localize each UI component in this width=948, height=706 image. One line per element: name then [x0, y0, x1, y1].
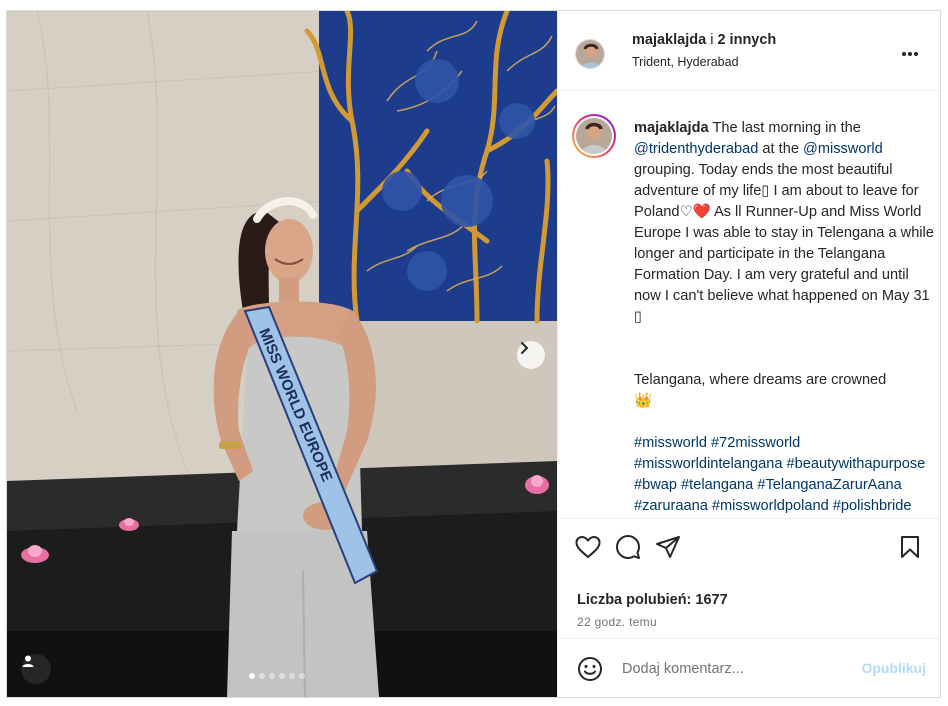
header-authors: majaklajda i 2 innych	[632, 32, 776, 48]
save-button[interactable]	[896, 533, 924, 561]
heart-emoji: ❤️	[692, 204, 711, 220]
caption-paragraph: Telangana, where dreams are crowned	[634, 370, 934, 391]
mention-link[interactable]: @missworld	[803, 141, 883, 157]
collaborators-link[interactable]: 2 innych	[717, 32, 776, 48]
carousel-indicator	[249, 673, 305, 679]
crown-emoji: 👑	[634, 393, 653, 409]
share-button[interactable]	[654, 533, 682, 561]
carousel-dot	[299, 673, 305, 679]
heart-icon	[575, 536, 601, 558]
likes-count[interactable]: Liczba polubień: 1677	[577, 592, 728, 608]
post-location[interactable]: Trident, Hyderabad	[632, 55, 739, 69]
like-button[interactable]	[574, 533, 602, 561]
post-dialog: MISS WORLD EUROPE majaklajda i 2 innych …	[6, 10, 941, 698]
caption-text-part: Telangana, where dreams are crowned	[634, 372, 887, 388]
post-side-panel: majaklajda i 2 innych Trident, Hyderabad	[557, 11, 940, 697]
publish-comment-button[interactable]: Opublikuj	[861, 660, 926, 676]
author-avatar[interactable]	[575, 39, 605, 69]
caption-scroll-area[interactable]: majaklajda The last morning in the @trid…	[558, 92, 940, 518]
comment-input[interactable]	[622, 657, 842, 681]
carousel-dot	[279, 673, 285, 679]
author-username[interactable]: majaklajda	[632, 32, 706, 48]
author-connector: i	[710, 32, 714, 48]
caption-username[interactable]: majaklajda	[634, 120, 709, 136]
post-header: majaklajda i 2 innych Trident, Hyderabad	[558, 11, 940, 91]
caption-text: majaklajda The last morning in the @trid…	[634, 118, 934, 517]
post-photo[interactable]: MISS WORLD EUROPE	[7, 11, 557, 697]
bookmark-icon	[901, 536, 919, 558]
tagged-users-button[interactable]	[21, 654, 51, 684]
carousel-dot	[259, 673, 265, 679]
mention-link[interactable]: @tridenthyderabad	[634, 141, 758, 157]
photo-illustration: MISS WORLD EUROPE	[7, 11, 557, 697]
more-options-button[interactable]	[901, 41, 919, 62]
comment-button[interactable]	[614, 533, 642, 561]
comment-icon	[616, 535, 640, 559]
share-icon	[656, 536, 680, 558]
caption-text-part: The last morning in the	[712, 120, 861, 136]
carousel-dot	[289, 673, 295, 679]
carousel-dot	[249, 673, 255, 679]
hashtags[interactable]: #missworld #72missworld #missworldintela…	[634, 433, 934, 517]
emoji-picker-button[interactable]	[576, 655, 604, 683]
more-horizontal-icon	[902, 52, 918, 56]
caption-avatar[interactable]	[572, 114, 616, 158]
avatar-image	[576, 40, 604, 68]
post-timestamp[interactable]: 22 godz. temu	[577, 615, 657, 629]
caption-text-part: at the	[762, 141, 799, 157]
avatar-image	[576, 118, 612, 154]
post-actions: Liczba polubień: 1677 22 godz. temu	[558, 518, 940, 638]
carousel-dot	[269, 673, 275, 679]
carousel-next-button[interactable]	[517, 341, 545, 369]
caption-text-part: As ll Runner-Up and Miss World Europe I …	[634, 204, 934, 325]
emoji-icon	[578, 657, 602, 681]
chevron-right-icon	[521, 342, 528, 354]
user-tag-icon	[22, 655, 34, 667]
comment-bar: Opublikuj	[558, 638, 940, 697]
